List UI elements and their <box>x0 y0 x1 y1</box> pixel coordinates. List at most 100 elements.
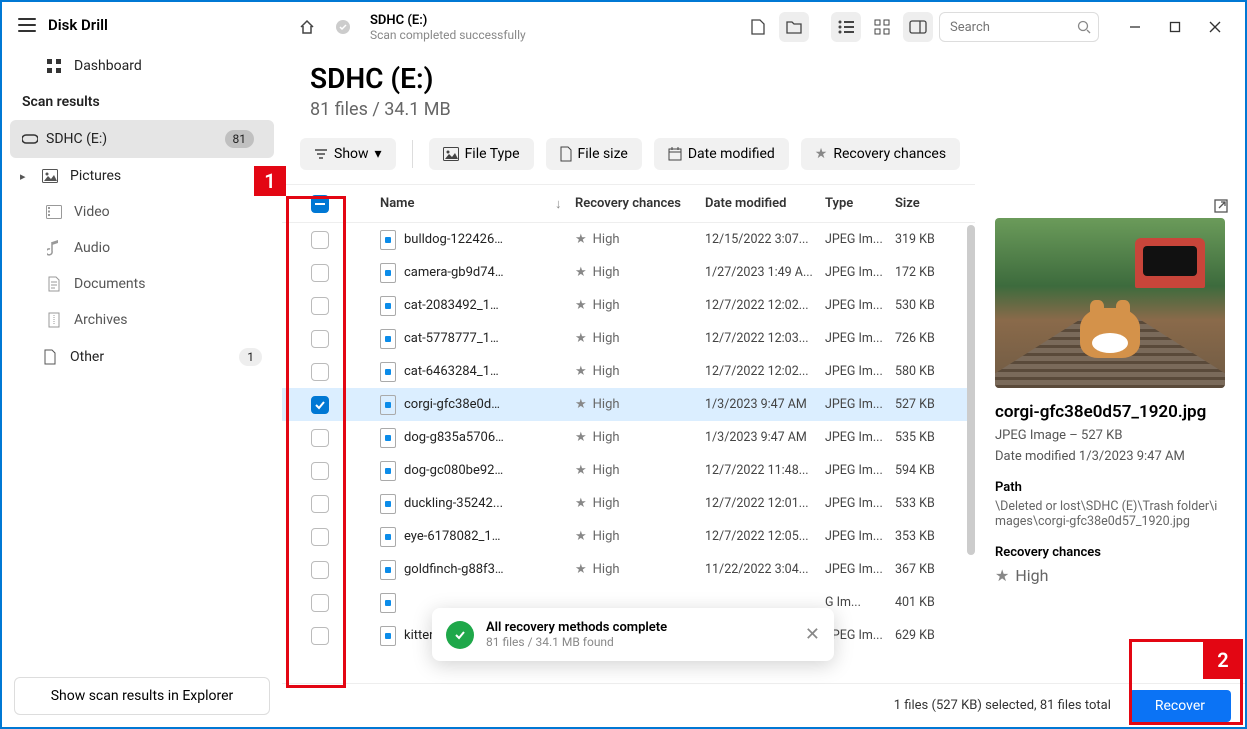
sidebar-item-audio[interactable]: Audio <box>2 230 282 266</box>
row-date: 12/7/2022 12:03... <box>705 331 825 346</box>
table-row[interactable]: dog-g835a5706...★High1/3/2023 9:47 AMJPE… <box>282 421 975 454</box>
preview-image <box>995 218 1225 388</box>
row-type: JPEG Im... <box>825 232 895 247</box>
sidebar-item-pictures[interactable]: ▸ Pictures <box>2 158 282 194</box>
table-row[interactable]: cat-6463284_19...★High12/7/2022 12:02...… <box>282 355 975 388</box>
row-checkbox[interactable] <box>311 627 329 645</box>
star-icon: ★ <box>575 265 587 280</box>
show-filter-button[interactable]: Show ▾ <box>300 138 396 170</box>
filetype-filter-button[interactable]: File Type <box>429 138 534 170</box>
close-button[interactable] <box>1195 12 1235 42</box>
page-title: SDHC (E:) <box>310 62 1217 95</box>
folder-view-button[interactable] <box>779 12 809 42</box>
table-row[interactable]: camera-gb9d74...★High1/27/2023 1:49 A...… <box>282 256 975 289</box>
details-recovery: ★High <box>995 566 1225 585</box>
row-type: JPEG Im... <box>825 298 895 313</box>
path-label: Path <box>995 480 1225 495</box>
file-name: goldfinch-g88f3... <box>380 560 555 580</box>
file-name: cat-6463284_19... <box>380 362 555 382</box>
row-checkbox[interactable] <box>311 363 329 381</box>
recover-button[interactable]: Recover <box>1129 690 1231 722</box>
menu-icon[interactable] <box>18 18 36 32</box>
row-checkbox[interactable] <box>311 231 329 249</box>
row-checkbox[interactable] <box>311 528 329 546</box>
minimize-button[interactable] <box>1115 12 1155 42</box>
chevron-down-icon: ▾ <box>375 146 382 162</box>
table-row[interactable]: dog-gc080be92...★High12/7/2022 11:48...J… <box>282 454 975 487</box>
row-checkbox[interactable] <box>311 495 329 513</box>
maximize-button[interactable] <box>1155 12 1195 42</box>
row-checkbox[interactable] <box>311 330 329 348</box>
file-icon <box>380 461 396 481</box>
status-check-icon <box>328 12 358 42</box>
file-name: corgi-gfc38e0d5... <box>380 395 555 415</box>
search-input[interactable] <box>939 12 1099 42</box>
annotation-marker-2: 2 <box>1203 641 1243 679</box>
panel-view-button[interactable] <box>903 12 933 42</box>
row-checkbox[interactable] <box>311 264 329 282</box>
row-recovery: ★High <box>575 265 705 280</box>
main-header: SDHC (E:) 81 files / 34.1 MB <box>282 52 1245 138</box>
col-name[interactable]: Name <box>340 196 555 211</box>
file-view-button[interactable] <box>743 12 773 42</box>
image-icon <box>443 147 459 161</box>
document-icon <box>560 146 572 162</box>
footer-bar: 1 files (527 KB) selected, 81 files tota… <box>282 683 1245 727</box>
row-type: JPEG Im... <box>825 628 895 643</box>
drive-icon <box>22 131 38 147</box>
show-in-explorer-button[interactable]: Show scan results in Explorer <box>14 677 270 715</box>
sidebar-item-label: Documents <box>74 276 145 292</box>
video-icon <box>46 204 62 220</box>
sidebar-item-documents[interactable]: Documents <box>2 266 282 302</box>
image-icon <box>42 168 58 184</box>
table-row[interactable]: cat-5778777_19...★High12/7/2022 12:03...… <box>282 322 975 355</box>
toast-close-button[interactable]: ✕ <box>805 624 820 645</box>
table-row[interactable]: duckling-35242...★High12/7/2022 12:01...… <box>282 487 975 520</box>
table-row[interactable]: corgi-gfc38e0d5...★High1/3/2023 9:47 AMJ… <box>282 388 975 421</box>
table-row[interactable]: goldfinch-g88f3...★High11/22/2022 3:04..… <box>282 553 975 586</box>
rc-label: Recovery chances <box>995 545 1225 560</box>
row-size: 726 KB <box>895 331 975 346</box>
table-row[interactable]: eye-6178082_19...★High12/7/2022 12:05...… <box>282 520 975 553</box>
sidebar-item-archives[interactable]: Archives <box>2 302 282 338</box>
date-filter-button[interactable]: Date modified <box>654 138 789 170</box>
home-button[interactable] <box>292 12 322 42</box>
row-date: 12/7/2022 12:01... <box>705 496 825 511</box>
list-view-button[interactable] <box>831 12 861 42</box>
sidebar-item-other[interactable]: Other 1 <box>2 338 282 376</box>
row-checkbox[interactable] <box>311 396 329 414</box>
file-icon <box>380 230 396 250</box>
table-row[interactable]: cat-2083492_19...★High12/7/2022 12:02...… <box>282 289 975 322</box>
grid-view-button[interactable] <box>867 12 897 42</box>
scrollbar-thumb[interactable] <box>967 225 975 555</box>
row-checkbox[interactable] <box>311 561 329 579</box>
row-date: 1/3/2023 9:47 AM <box>705 397 825 412</box>
file-icon <box>380 296 396 316</box>
row-checkbox[interactable] <box>311 594 329 612</box>
sidebar-item-dashboard[interactable]: Dashboard <box>2 48 282 84</box>
filesize-filter-button[interactable]: File size <box>546 138 642 170</box>
file-name: cat-5778777_19... <box>380 329 555 349</box>
row-type: JPEG Im... <box>825 496 895 511</box>
row-checkbox[interactable] <box>311 429 329 447</box>
toast-title: All recovery methods complete <box>486 620 667 635</box>
sidebar-item-drive[interactable]: SDHC (E:) 81 <box>10 120 274 158</box>
row-size: 527 KB <box>895 397 975 412</box>
recovery-filter-button[interactable]: ★ Recovery chances <box>801 138 960 170</box>
star-icon: ★ <box>575 397 587 412</box>
col-recovery[interactable]: Recovery chances <box>575 196 705 211</box>
select-all-checkbox[interactable] <box>311 195 329 213</box>
popout-icon[interactable] <box>1213 198 1229 218</box>
details-date: Date modified 1/3/2023 9:47 AM <box>995 449 1225 464</box>
col-date[interactable]: Date modified <box>705 196 825 211</box>
row-checkbox[interactable] <box>311 297 329 315</box>
sidebar-item-video[interactable]: Video <box>2 194 282 230</box>
star-icon: ★ <box>575 364 587 379</box>
star-icon: ★ <box>575 232 587 247</box>
row-checkbox[interactable] <box>311 462 329 480</box>
col-type[interactable]: Type <box>825 196 895 211</box>
table-row[interactable]: bulldog-122426...★High12/15/2022 3:07...… <box>282 223 975 256</box>
col-size[interactable]: Size <box>895 196 975 211</box>
row-date: 12/7/2022 12:02... <box>705 298 825 313</box>
document-icon <box>46 276 62 292</box>
